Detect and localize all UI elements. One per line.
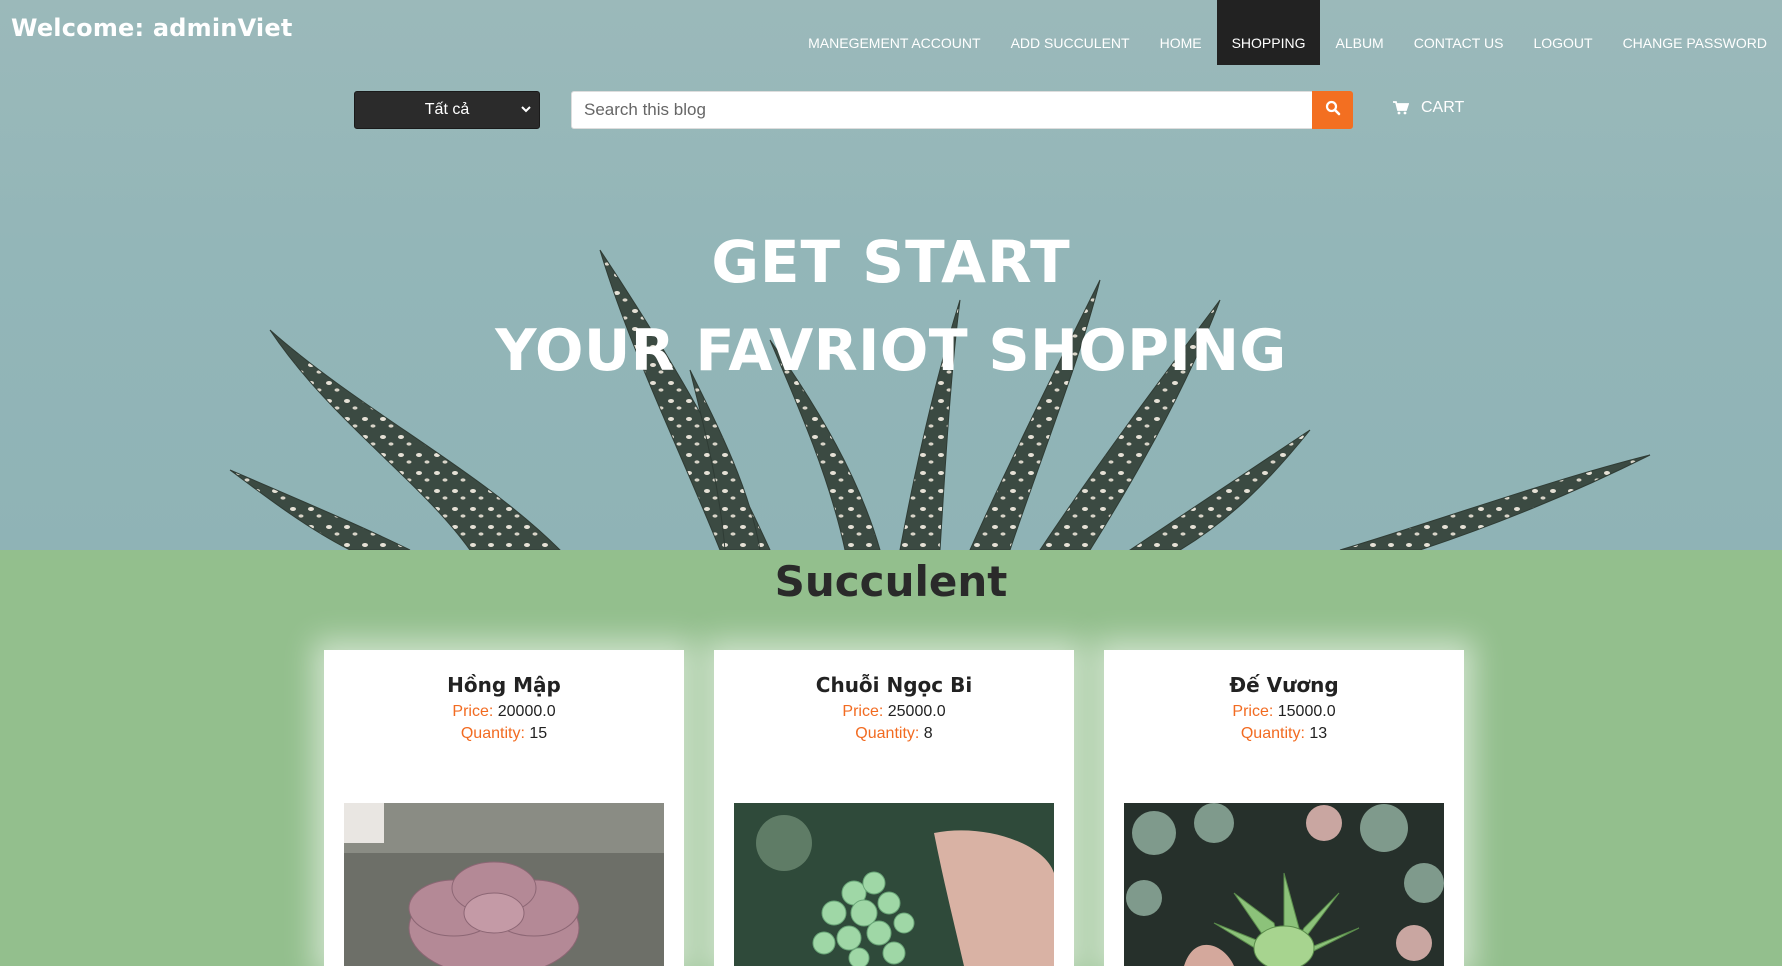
nav-management-account[interactable]: MANEGEMENT ACCOUNT [793,0,995,65]
quantity-value: 8 [923,725,933,742]
cart-label: CART [1421,99,1465,116]
search-toolbar: Tất cả Search this blog CART [0,91,1782,129]
page-bottom-edge [0,966,1782,971]
product-card[interactable]: Hồng Mập Price: 20000.0 Quantity: 15 [324,650,684,966]
product-quantity: Quantity: 15 [324,725,684,743]
section-title: Succulent [774,557,1008,606]
search-input[interactable]: Search this blog [571,91,1313,129]
hero-banner: Welcome: adminViet MANEGEMENT ACCOUNT AD… [0,0,1782,550]
hero-heading-line2: YOUR FAVRIOT SHOPING [495,318,1287,384]
quantity-value: 15 [529,725,548,742]
nav-logout[interactable]: LOGOUT [1518,0,1607,65]
quantity-label: Quantity: [855,725,920,742]
search-button[interactable] [1312,91,1353,129]
price-label: Price: [452,703,494,720]
chevron-down-icon [521,105,531,116]
product-quantity: Quantity: 13 [1104,725,1464,743]
product-section: Succulent Hồng Mập Price: 20000.0 Quanti… [0,550,1782,966]
quantity-value: 13 [1309,725,1328,742]
nav-change-password[interactable]: CHANGE PASSWORD [1608,0,1782,65]
category-select[interactable]: Tất cả [354,91,540,129]
category-selected-value: Tất cả [424,101,470,118]
cart-icon [1393,101,1409,115]
product-image[interactable] [734,803,1054,966]
search-icon [1325,100,1341,120]
product-price: Price: 20000.0 [324,703,684,721]
price-label: Price: [1232,703,1274,720]
product-card[interactable]: Đế Vương Price: 15000.0 Quantity: 13 [1104,650,1464,966]
price-value: 20000.0 [497,703,556,720]
quantity-label: Quantity: [1240,725,1305,742]
product-image[interactable] [344,803,664,966]
nav-add-succulent[interactable]: ADD SUCCULENT [996,0,1145,65]
product-name: Chuỗi Ngọc Bi [815,673,973,697]
main-nav: MANEGEMENT ACCOUNT ADD SUCCULENT HOME SH… [793,0,1782,65]
product-image[interactable] [1124,803,1444,966]
product-price: Price: 15000.0 [1104,703,1464,721]
nav-shopping[interactable]: SHOPPING [1216,0,1321,65]
hero-heading-line1: GET START [711,228,1071,296]
product-name: Đế Vương [1229,673,1339,697]
nav-album[interactable]: ALBUM [1320,0,1398,65]
welcome-text: Welcome: adminViet [11,14,293,42]
product-card[interactable]: Chuỗi Ngọc Bi Price: 25000.0 Quantity: 8 [714,650,1074,966]
nav-contact-us[interactable]: CONTACT US [1399,0,1519,65]
product-quantity: Quantity: 8 [714,725,1074,743]
product-name: Hồng Mập [447,673,561,697]
price-label: Price: [842,703,884,720]
search-placeholder: Search this blog [584,100,706,119]
price-value: 15000.0 [1277,703,1336,720]
price-value: 25000.0 [887,703,946,720]
cart-link[interactable]: CART [1393,99,1464,117]
nav-home[interactable]: HOME [1145,0,1217,65]
quantity-label: Quantity: [460,725,525,742]
product-price: Price: 25000.0 [714,703,1074,721]
